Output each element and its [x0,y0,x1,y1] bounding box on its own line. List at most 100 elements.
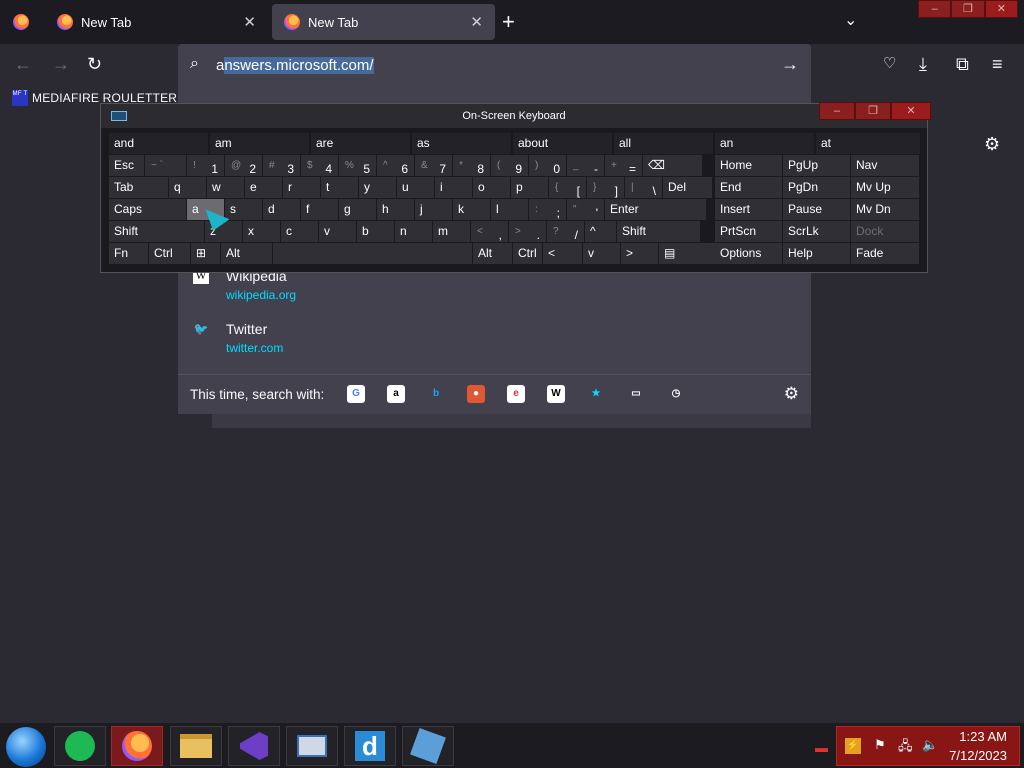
key-semicolon[interactable]: :; [529,199,566,220]
tray-app-icon[interactable]: ⚡ [845,738,861,754]
network-icon[interactable]: 🖧 [898,737,913,759]
key-9[interactable]: (9 [491,155,528,176]
firefox-view-icon[interactable] [0,0,42,44]
key-alt-right[interactable]: Alt [473,243,512,264]
prediction-as[interactable]: as [412,133,511,154]
close-tab-icon[interactable]: ✕ [243,13,256,31]
key-pgup[interactable]: PgUp [783,155,850,176]
bing-icon[interactable]: b [427,385,445,403]
key-pgdn[interactable]: PgDn [783,177,850,198]
key-alt-left[interactable]: Alt [221,243,272,264]
key-0[interactable]: ) 0 [529,155,566,176]
key-left[interactable]: < [543,243,582,264]
key-caps[interactable]: Caps [109,199,186,220]
taskbar-file-explorer-icon[interactable] [170,726,222,766]
prediction-an[interactable]: an [715,133,814,154]
key-dock[interactable]: Dock [851,221,919,242]
key-prtscn[interactable]: PrtScn [715,221,782,242]
key-1[interactable]: ! 1 [187,155,224,176]
key-o[interactable]: o [473,177,510,198]
key-tab[interactable]: Tab [109,177,168,198]
key-=[interactable]: + = [605,155,642,176]
key-u[interactable]: u [397,177,434,198]
key-j[interactable]: j [415,199,452,220]
wikipedia-icon[interactable]: W [547,385,565,403]
key-5[interactable]: % 5 [339,155,376,176]
prediction-am[interactable]: am [210,133,309,154]
key-shift-right[interactable]: Shift [617,221,700,242]
key-x[interactable]: x [243,221,280,242]
key-t[interactable]: t [321,177,358,198]
key-del[interactable]: Del [663,177,712,198]
key-q[interactable]: q [169,177,206,198]
key-fn[interactable]: Fn [109,243,148,264]
prediction-at[interactable]: at [816,133,920,154]
close-tab-icon[interactable]: ✕ [470,13,483,31]
prediction-all[interactable]: all [614,133,713,154]
key-windows[interactable]: ⊞ [191,243,220,264]
key-.[interactable]: >. [509,221,546,242]
url-bar[interactable]: ⌕ answers.microsoft.com/ → [178,44,811,86]
key-2[interactable]: @2 [225,155,262,176]
key-e[interactable]: e [245,177,282,198]
key-][interactable]: }] [587,177,624,198]
go-arrow-icon[interactable]: → [781,54,799,75]
download-icon[interactable]: ⤓ [919,54,927,75]
forward-arrow-icon[interactable]: → [52,54,70,75]
maximize-icon[interactable]: ❐ [951,0,985,18]
list-all-tabs-icon[interactable]: ⌄ [844,10,857,30]
new-tab-plus-icon[interactable]: + [502,9,515,35]
history-icon[interactable]: ◷ [667,385,685,403]
menu-icon[interactable]: ≡ [992,54,1003,75]
key-w[interactable]: w [207,177,244,198]
taskbar-remote-desktop-icon[interactable] [286,726,338,766]
key-v[interactable]: v [319,221,356,242]
key-right[interactable]: > [621,243,658,264]
google-icon[interactable]: G [347,385,365,403]
duckduckgo-icon[interactable]: ● [467,385,485,403]
key-r[interactable]: r [283,177,320,198]
key-quote[interactable]: " ' [567,199,604,220]
key-4[interactable]: $4 [301,155,338,176]
key-l[interactable]: l [491,199,528,220]
key-f[interactable]: f [301,199,338,220]
reload-icon[interactable]: ↻ [87,54,102,75]
key-fade[interactable]: Fade [851,243,919,264]
osk-minimize-icon[interactable]: – [819,102,855,120]
clock-time[interactable]: 1:23 AM [959,729,1007,744]
key-3[interactable]: #3 [263,155,300,176]
url-input[interactable]: answers.microsoft.com/ [216,57,374,74]
key-p[interactable]: p [511,177,548,198]
key-8[interactable]: * 8 [453,155,490,176]
key-end[interactable]: End [715,177,782,198]
key-pause[interactable]: Pause [783,199,850,220]
action-center-flag-icon[interactable]: ⚑ [874,737,886,753]
key-insert[interactable]: Insert [715,199,782,220]
key-enter[interactable]: Enter [605,199,706,220]
tab-new-tab-2[interactable]: New Tab ✕ [272,4,495,40]
back-arrow-icon[interactable]: ← [14,54,32,75]
key-space[interactable] [273,243,472,264]
key-[[interactable]: {[ [549,177,586,198]
key-mv-up[interactable]: Mv Up [851,177,919,198]
taskbar-dictionary-icon[interactable]: d [344,726,396,766]
tabs-icon[interactable]: ▭ [627,385,645,403]
taskbar-visual-studio-icon[interactable] [228,726,280,766]
key-ctrl-left[interactable]: Ctrl [149,243,190,264]
key-b[interactable]: b [357,221,394,242]
volume-icon[interactable]: 🔈 [922,737,938,753]
key-s[interactable]: s [225,199,262,220]
key-g[interactable]: g [339,199,376,220]
key-help[interactable]: Help [783,243,850,264]
key-shift-left[interactable]: Shift [109,221,204,242]
key-mv-dn[interactable]: Mv Dn [851,199,919,220]
prediction-and[interactable]: and [109,133,208,154]
prediction-about[interactable]: about [513,133,612,154]
key-nav[interactable]: Nav [851,155,919,176]
key-n[interactable]: n [395,221,432,242]
minimize-icon[interactable]: – [918,0,952,18]
key-i[interactable]: i [435,177,472,198]
key-7[interactable]: & 7 [415,155,452,176]
tray-notification-icon[interactable]: ▬ [815,740,828,755]
key-,[interactable]: <, [471,221,508,242]
